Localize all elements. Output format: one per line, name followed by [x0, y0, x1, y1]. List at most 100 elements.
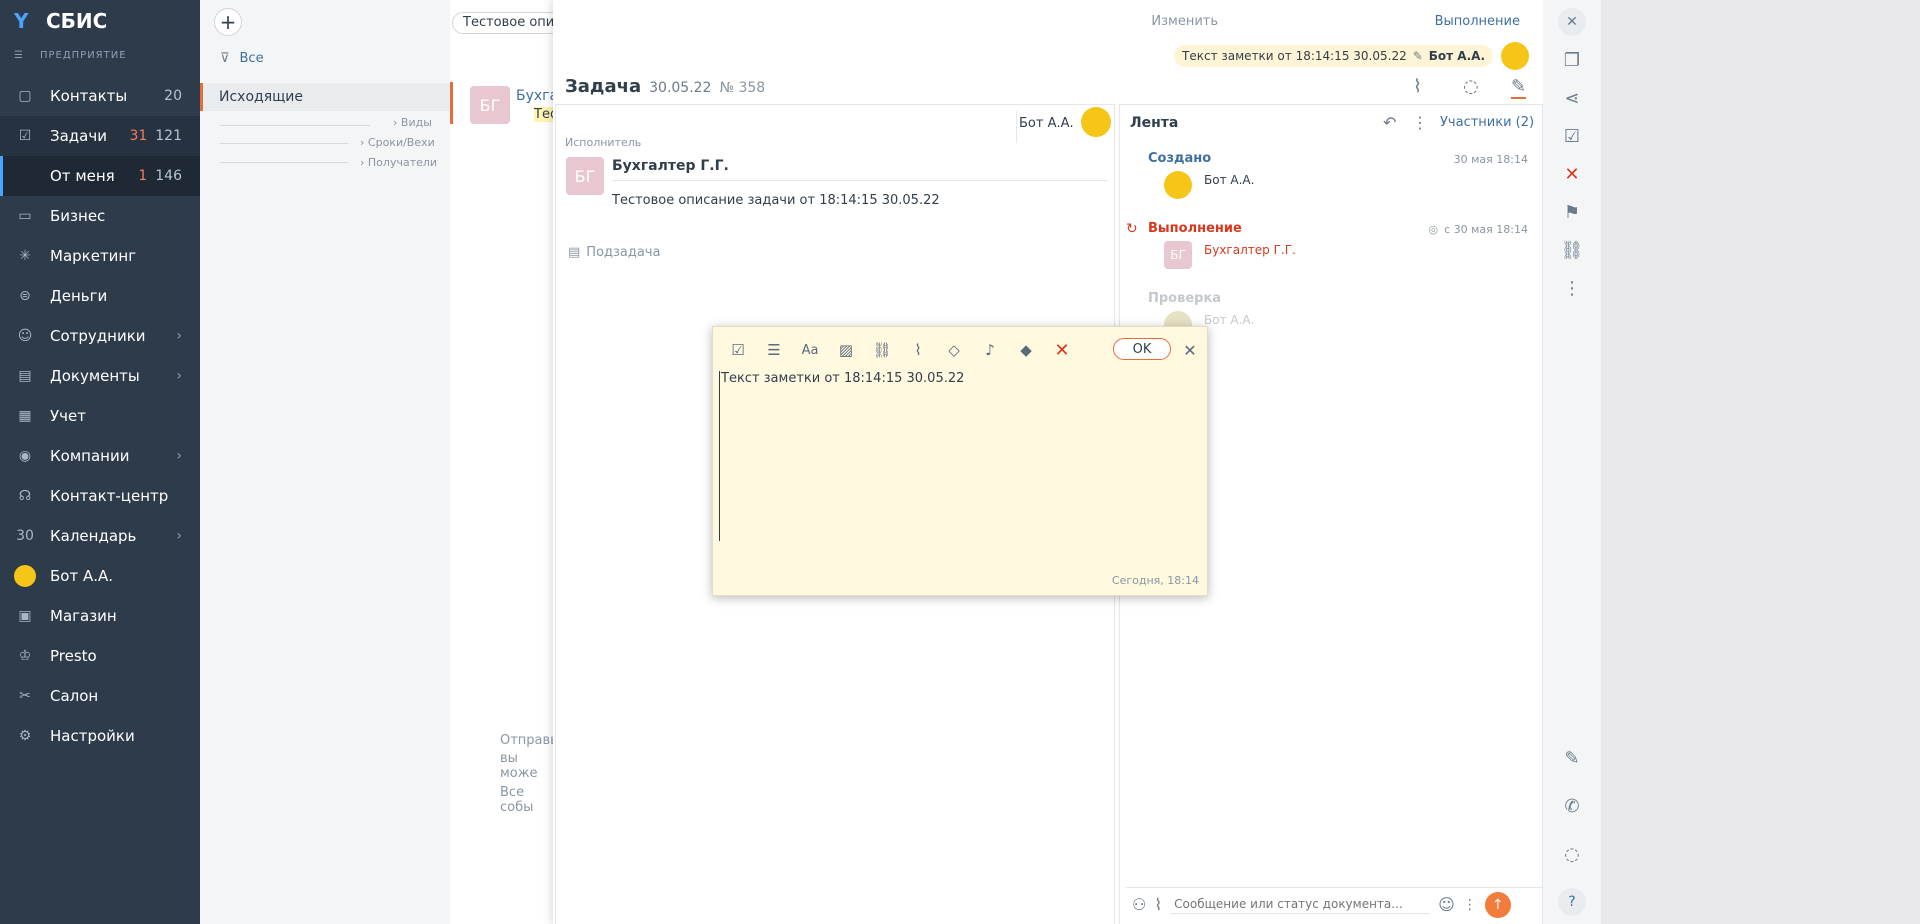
task-description[interactable]: Тестовое описание задачи от 18:14:15 30.…	[612, 193, 940, 208]
event-user: Бот А.А.	[1204, 313, 1255, 327]
event-user: Бот А.А.	[1204, 173, 1255, 187]
ok-button[interactable]: OK	[1113, 338, 1171, 360]
list-item-name[interactable]: Бухга	[516, 88, 558, 104]
sidebar-item-label: Сотрудники	[50, 327, 146, 345]
sidebar-item-marketing[interactable]: ✳ Маркетинг	[0, 236, 200, 276]
attach-icon[interactable]: ⌇	[907, 339, 929, 361]
sidebar-item-bot[interactable]: Бот А.А.	[0, 556, 200, 596]
filter-types[interactable]: › Виды	[393, 116, 432, 129]
flag-icon[interactable]: ⚑	[1552, 194, 1592, 230]
sidebar-item-label: Presto	[50, 647, 97, 665]
task-number: № 358	[719, 80, 766, 96]
sidebar-item-from-me[interactable]: От меня 1 146	[0, 156, 200, 196]
share-icon[interactable]: ⋖	[1552, 80, 1592, 116]
note-icon: ✎	[1412, 49, 1423, 63]
clipboard-icon: ▤	[568, 245, 581, 260]
chevron-right-icon: ›	[360, 136, 368, 149]
sidebar-item-employees[interactable]: ☺ Сотрудники ›	[0, 316, 200, 356]
gear-icon: ⚙	[18, 728, 32, 744]
link-icon[interactable]: ⛓	[871, 339, 893, 361]
subtask-label: Подзадача	[586, 245, 661, 260]
sidebar-item-contacts[interactable]: ▢ Контакты 20	[0, 76, 200, 116]
folder-label: Исходящие	[219, 89, 304, 105]
sidebar-item-business[interactable]: ▭ Бизнес	[0, 196, 200, 236]
notes-icon[interactable]: ✎	[1511, 76, 1527, 99]
filter-label: Сроки/Вехи	[367, 136, 435, 149]
send-button[interactable]: ↑	[1484, 891, 1511, 918]
comments-icon[interactable]: ◌	[1463, 76, 1479, 97]
sidebar-item-accounting[interactable]: ▦ Учет	[0, 396, 200, 436]
sidebar-item-contact-center[interactable]: ☊ Контакт-центр	[0, 476, 200, 516]
undo-icon[interactable]: ↶	[1383, 113, 1396, 132]
sidebar-item-shop[interactable]: ▣ Магазин	[0, 596, 200, 636]
filter-deadlines[interactable]: › Сроки/Вехи	[360, 136, 435, 149]
note-author: Бот А.А.	[1428, 49, 1485, 63]
note-chip[interactable]: Текст заметки от 18:14:15 30.05.22 ✎ Бот…	[1174, 45, 1493, 67]
sidebar-item-label: Настройки	[50, 727, 135, 745]
divider	[1016, 111, 1017, 143]
subtask-button[interactable]: ▤ Подзадача	[568, 245, 661, 260]
star-icon: ✳	[19, 248, 31, 264]
logo[interactable]: Y СБИС	[14, 9, 107, 33]
note-text[interactable]: Текст заметки от 18:14:15 30.05.22	[719, 371, 1203, 541]
filter-all[interactable]: ⊽ Все	[220, 51, 264, 66]
sidebar-item-label: Бизнес	[50, 207, 106, 225]
sidebar-item-documents[interactable]: ▤ Документы ›	[0, 356, 200, 396]
attach-icon[interactable]: ⌇	[1154, 895, 1162, 914]
delete-icon[interactable]: ✕	[1552, 156, 1592, 192]
company-subtitle: ПРЕДПРИЯТИЕ	[39, 50, 127, 61]
event-title: Выполнение	[1148, 221, 1242, 236]
checklist-icon[interactable]: ☑	[1552, 118, 1592, 154]
folder-outgoing[interactable]: Исходящие	[200, 83, 450, 111]
sidebar-item-settings[interactable]: ⚙ Настройки	[0, 716, 200, 756]
ok-label: OK	[1132, 341, 1152, 357]
attach-icon[interactable]: ⌇	[1413, 76, 1422, 97]
divider	[220, 162, 348, 163]
image-icon[interactable]: ▨	[835, 339, 857, 361]
sidebar-item-calendar[interactable]: 30 Календарь ›	[0, 516, 200, 556]
more-icon[interactable]: ⋮	[1552, 270, 1592, 306]
font-icon[interactable]: Aa	[799, 339, 821, 361]
phone-icon[interactable]: ✆	[1552, 788, 1592, 824]
sidebar-item-presto[interactable]: ♔ Presto	[0, 636, 200, 676]
note-icon[interactable]: ✎	[1552, 740, 1592, 776]
event-title: Проверка	[1148, 291, 1222, 306]
edit-link[interactable]: Изменить	[1151, 14, 1218, 29]
company-switcher[interactable]: ☰ ПРЕДПРИЯТИЕ	[14, 50, 127, 61]
more-icon[interactable]: ⋮	[1412, 113, 1428, 132]
copy-icon[interactable]: ❐	[1552, 42, 1592, 78]
list-icon[interactable]: ☰	[763, 339, 785, 361]
executor-name[interactable]: Бухгалтер Г.Г.	[612, 158, 729, 174]
help-button[interactable]: ?	[1552, 884, 1592, 920]
chevron-right-icon: ›	[360, 156, 368, 169]
emoji-icon[interactable]: ☺	[1438, 895, 1455, 914]
filter-recipients[interactable]: › Получатели	[360, 156, 437, 169]
bell-icon[interactable]: ♪	[979, 339, 1001, 361]
sidebar-item-label: Маркетинг	[50, 247, 137, 265]
delete-icon[interactable]: ✕	[1051, 339, 1073, 361]
counter: 20	[164, 88, 182, 104]
close-icon: ✕	[1558, 8, 1586, 36]
close-button[interactable]: ✕	[1552, 4, 1592, 40]
message-input[interactable]	[1170, 895, 1431, 914]
user-icon[interactable]: ⚇	[1132, 895, 1146, 914]
sidebar-item-money[interactable]: ⊜ Деньги	[0, 276, 200, 316]
task-author[interactable]: Бот А.А.	[1019, 116, 1074, 131]
link-icon[interactable]: ⛓	[1552, 232, 1592, 268]
fill-color-icon[interactable]: ◆	[1015, 339, 1037, 361]
refresh-icon: ↻	[1126, 221, 1138, 237]
participants-link[interactable]: Участники (2)	[1440, 115, 1534, 130]
status-link[interactable]: Выполнение	[1435, 14, 1520, 29]
chat-icon[interactable]: ◌	[1552, 836, 1592, 872]
close-icon[interactable]: ✕	[1179, 339, 1201, 361]
counter: 121	[155, 128, 182, 144]
add-button[interactable]: +	[214, 8, 242, 36]
bot-avatar-icon	[14, 565, 36, 587]
sidebar-item-companies[interactable]: ◉ Компании ›	[0, 436, 200, 476]
more-icon[interactable]: ⋮	[1463, 897, 1477, 913]
sidebar-item-salon[interactable]: ✂ Салон	[0, 676, 200, 716]
sidebar-item-tasks[interactable]: ☑ Задачи 31 121	[0, 116, 200, 156]
checkbox-icon[interactable]: ☑	[727, 339, 749, 361]
tag-icon[interactable]: ◇	[943, 339, 965, 361]
calculator-icon: ▦	[18, 408, 32, 424]
